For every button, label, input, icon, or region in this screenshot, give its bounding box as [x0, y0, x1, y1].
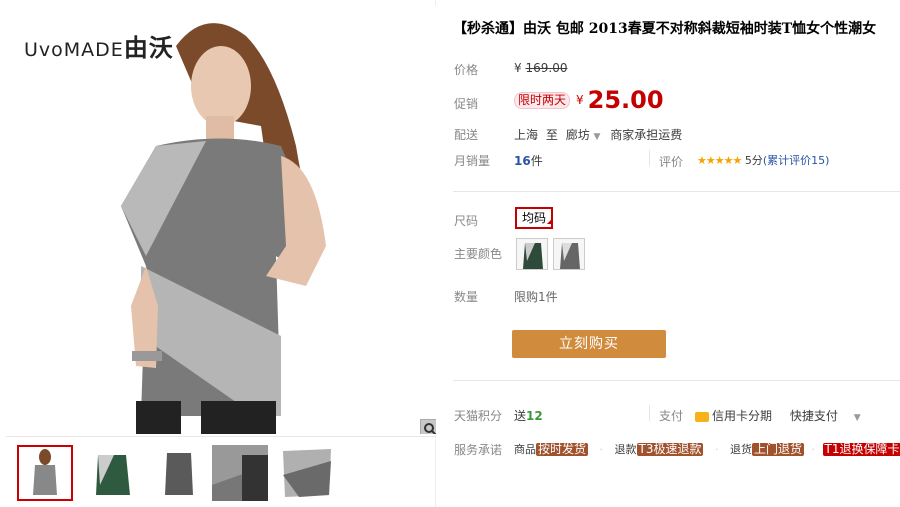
promo-tag: 限时两天: [514, 91, 571, 109]
selected-check-icon: ◢: [546, 216, 553, 225]
service-refund-prefix: 退款: [614, 443, 637, 456]
promo-currency: ¥: [576, 93, 584, 107]
rating-stars-icon: ★★★★★: [697, 154, 742, 167]
chevron-down-icon: ▼: [853, 413, 861, 423]
thumbnail-3[interactable]: [151, 445, 207, 501]
quantity-limit: 限购1件: [514, 290, 558, 304]
original-price-value: 169.00: [525, 61, 568, 75]
chevron-down-icon: ▼: [593, 132, 601, 142]
credit-installment-text: 信用卡分期: [712, 409, 773, 423]
color-swatch-gray[interactable]: [553, 238, 585, 270]
thumbnail-2[interactable]: [84, 445, 140, 501]
quick-pay[interactable]: 快捷支付 ▼: [790, 409, 861, 423]
original-price: ¥ 169.00: [514, 61, 567, 75]
service-label: 服务承诺: [454, 443, 503, 457]
thumbnail-4[interactable]: [212, 445, 268, 501]
rating-row[interactable]: ★★★★★ 5分(累计评价15): [697, 152, 829, 168]
rating-score: 5分: [744, 154, 763, 167]
color-swatch-green[interactable]: [516, 238, 548, 270]
thumbnail-1[interactable]: [17, 445, 73, 501]
promo-price: 25.00: [587, 86, 664, 114]
points-prefix: 送: [514, 409, 527, 423]
thumbnail-strip: [6, 436, 436, 507]
section-divider-2: [453, 380, 900, 381]
separator-dot: ·: [599, 443, 604, 456]
credit-card-icon: [695, 411, 709, 422]
size-label: 尺码: [454, 214, 479, 228]
main-product-image[interactable]: UvoMADE由沃: [6, 6, 436, 434]
divider-vertical-2: [649, 405, 650, 421]
original-price-currency: ¥: [514, 61, 522, 75]
size-option-text: 均码: [521, 211, 546, 225]
points-row: 送12: [514, 407, 543, 424]
service-row: 商品 按时发货 · 退款 T3极速退款 · 退货 上门退货 · T1退换保障卡: [514, 441, 900, 457]
points-label: 天猫积分: [454, 409, 503, 423]
color-label: 主要颜色: [454, 247, 503, 261]
quantity-label: 数量: [454, 290, 479, 304]
badge-on-time[interactable]: 按时发货: [536, 443, 589, 456]
rating-count: (累计评价15): [762, 154, 830, 167]
product-gallery: UvoMADE由沃: [0, 0, 436, 507]
divider-vertical: [649, 150, 650, 166]
separator-dot: ·: [811, 443, 816, 456]
badge-t1-card[interactable]: T1退换保障卡: [822, 443, 900, 456]
buy-now-button[interactable]: 立刻购买: [512, 330, 666, 358]
product-detail-panel: 【秒杀通】由沃 包邮 2013春夏不对称斜裁短袖时装T恤女个性潮女 价格 ¥ 1…: [437, 0, 900, 507]
quick-pay-text: 快捷支付: [789, 409, 838, 423]
brand-logo: UvoMADE由沃: [24, 28, 174, 63]
ship-from: 上海: [514, 128, 539, 142]
ship-destination: 廊坊: [565, 128, 590, 142]
thumbnail-5[interactable]: [279, 445, 335, 501]
price-label: 价格: [454, 63, 479, 77]
payment-row: 信用卡分期 快捷支付 ▼: [695, 407, 861, 424]
promo-price-row: 限时两天 ¥ 25.00: [514, 86, 664, 114]
shipping-row: 上海 至 廊坊 ▼ 商家承担运费: [514, 126, 682, 143]
payment-label: 支付: [659, 409, 684, 423]
section-divider: [453, 191, 900, 192]
shipping-label: 配送: [454, 128, 479, 142]
shipping-fee: 商家承担运费: [610, 128, 683, 142]
badge-home-return[interactable]: 上门退货: [751, 443, 804, 456]
product-title: 【秒杀通】由沃 包邮 2013春夏不对称斜裁短袖时装T恤女个性潮女: [453, 21, 877, 37]
monthly-sales-label: 月销量: [454, 154, 491, 168]
sales-count: 16: [514, 154, 531, 168]
monthly-sales-value: 16件: [514, 152, 543, 169]
ship-to-word: 至: [545, 128, 558, 142]
zoom-icon[interactable]: [420, 419, 436, 434]
promo-label: 促销: [454, 97, 479, 111]
size-option-selected[interactable]: 均码 ◢: [515, 207, 553, 229]
ship-destination-select[interactable]: 廊坊 ▼: [566, 128, 601, 142]
credit-installment[interactable]: 信用卡分期: [695, 409, 772, 423]
rating-label: 评价: [659, 155, 684, 169]
points-value: 12: [526, 409, 543, 423]
service-return-prefix: 退货: [729, 443, 752, 456]
logo-cn-text: 由沃: [123, 34, 174, 62]
badge-t3-refund[interactable]: T3极速退款: [636, 443, 704, 456]
separator-dot: ·: [714, 443, 719, 456]
logo-text: UvoMADE: [24, 39, 124, 61]
service-goods-prefix: 商品: [514, 443, 536, 456]
model-photo: [6, 6, 436, 434]
sales-unit: 件: [530, 154, 543, 168]
